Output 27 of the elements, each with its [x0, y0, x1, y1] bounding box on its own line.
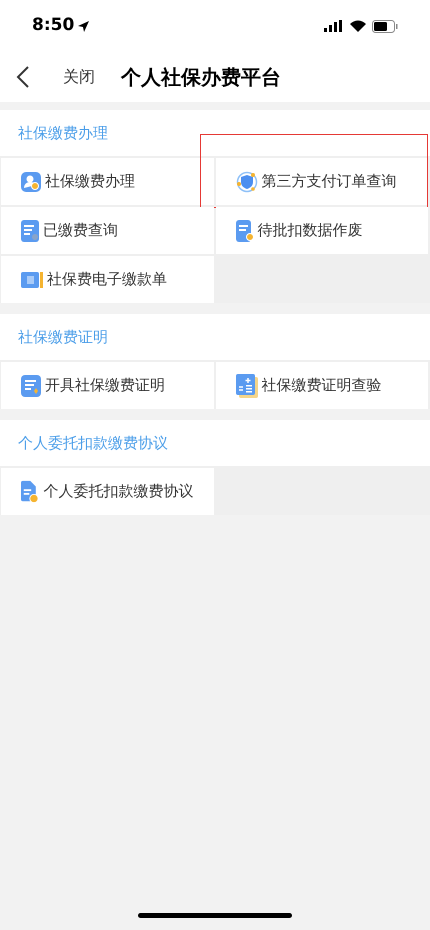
- menu-item[interactable]: 已缴费查询: [1, 207, 214, 254]
- user-badge-icon: [21, 172, 41, 192]
- menu-item[interactable]: 个人委托扣款缴费协议: [1, 468, 214, 515]
- section-title: 社保缴费办理: [18, 122, 108, 144]
- menu-item[interactable]: 开具社保缴费证明: [1, 362, 214, 409]
- contract-icon: [21, 480, 40, 504]
- page-title: 个人社保办费平台: [121, 64, 281, 91]
- receipt-icon: [21, 270, 43, 288]
- location-arrow-icon: [78, 20, 90, 32]
- shield-icon: [236, 170, 258, 192]
- menu-item[interactable]: 社保费电子缴款单: [1, 256, 214, 303]
- status-time: 8:50: [32, 14, 74, 38]
- menu-item[interactable]: 待批扣数据作废: [216, 207, 428, 254]
- close-button[interactable]: 关闭: [63, 65, 95, 89]
- menu-item[interactable]: 社保缴费证明查验: [216, 362, 428, 409]
- document-icon: [236, 220, 254, 242]
- battery-icon: [372, 20, 398, 32]
- signal-icon: [324, 20, 344, 32]
- wifi-icon: [350, 20, 366, 32]
- menu-item[interactable]: 社保缴费办理: [1, 158, 214, 205]
- back-icon: [16, 65, 30, 89]
- menu-item[interactable]: 第三方支付订单查询: [216, 158, 428, 205]
- section-title: 个人委托扣款缴费协议: [18, 432, 168, 454]
- ledger-icon: [236, 374, 258, 398]
- document-icon: [21, 374, 41, 396]
- document-icon: [21, 220, 39, 242]
- section-title: 社保缴费证明: [18, 326, 108, 348]
